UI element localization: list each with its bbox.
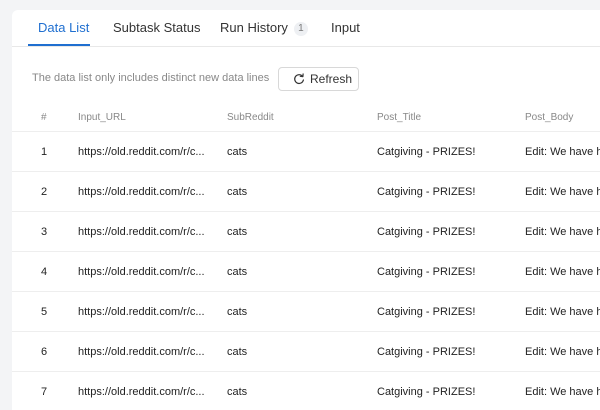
cell-subreddit: cats: [227, 226, 248, 238]
table-row[interactable]: 6 https://old.reddit.com/r/c... cats Cat…: [12, 332, 600, 372]
refresh-icon: [294, 73, 304, 84]
cell-input-url: https://old.reddit.com/r/c...: [78, 346, 205, 358]
row-index: 1: [41, 146, 48, 158]
tab-subtask-status[interactable]: Subtask Status: [113, 20, 200, 35]
data-panel: Data List Subtask Status Run History 1 In…: [12, 10, 600, 410]
cell-post-body: Edit: We have h: [525, 226, 600, 238]
cell-subreddit: cats: [227, 386, 248, 398]
tab-label: Run History: [220, 20, 288, 35]
cell-subreddit: cats: [227, 266, 248, 278]
cell-post-title: Catgiving - PRIZES!: [377, 306, 476, 318]
column-header-index: #: [41, 112, 47, 123]
cell-subreddit: cats: [227, 346, 248, 358]
cell-input-url: https://old.reddit.com/r/c...: [78, 306, 205, 318]
cell-post-title: Catgiving - PRIZES!: [377, 186, 476, 198]
tab-data-list[interactable]: Data List: [38, 20, 89, 35]
table-header: # Input_URL SubReddit Post_Title Post_Bo…: [12, 104, 600, 132]
cell-post-body: Edit: We have h: [525, 346, 600, 358]
row-index: 5: [41, 306, 48, 318]
row-index: 2: [41, 186, 48, 198]
cell-post-title: Catgiving - PRIZES!: [377, 386, 476, 398]
cell-input-url: https://old.reddit.com/r/c...: [78, 226, 205, 238]
row-index: 6: [41, 346, 48, 358]
cell-post-body: Edit: We have h: [525, 146, 600, 158]
tab-input[interactable]: Input: [331, 20, 360, 35]
column-header-post-title[interactable]: Post_Title: [377, 112, 421, 123]
data-table: # Input_URL SubReddit Post_Title Post_Bo…: [12, 104, 600, 410]
cell-post-title: Catgiving - PRIZES!: [377, 226, 476, 238]
cell-post-body: Edit: We have h: [525, 306, 600, 318]
column-header-subreddit[interactable]: SubReddit: [227, 112, 274, 123]
table-row[interactable]: 2 https://old.reddit.com/r/c... cats Cat…: [12, 172, 600, 212]
active-tab-indicator: [28, 44, 90, 46]
cell-post-body: Edit: We have h: [525, 186, 600, 198]
tab-bar: Data List Subtask Status Run History 1 In…: [12, 10, 600, 47]
cell-subreddit: cats: [227, 146, 248, 158]
refresh-button-label: Refresh: [310, 72, 353, 86]
table-row[interactable]: 5 https://old.reddit.com/r/c... cats Cat…: [12, 292, 600, 332]
cell-post-title: Catgiving - PRIZES!: [377, 346, 476, 358]
data-list-notice: The data list only includes distinct new…: [32, 72, 270, 84]
cell-subreddit: cats: [227, 306, 248, 318]
cell-input-url: https://old.reddit.com/r/c...: [78, 386, 205, 398]
cell-post-title: Catgiving - PRIZES!: [377, 266, 476, 278]
cell-input-url: https://old.reddit.com/r/c...: [78, 266, 205, 278]
tab-label: Data List: [38, 20, 90, 35]
tab-label: Subtask Status: [113, 20, 201, 35]
row-index: 7: [41, 386, 48, 398]
refresh-button[interactable]: Refresh: [278, 67, 359, 91]
cell-subreddit: cats: [227, 186, 248, 198]
cell-post-title: Catgiving - PRIZES!: [377, 146, 476, 158]
row-index: 3: [41, 226, 48, 238]
run-history-count-badge: 1: [293, 22, 308, 36]
cell-input-url: https://old.reddit.com/r/c...: [78, 146, 205, 158]
table-row[interactable]: 4 https://old.reddit.com/r/c... cats Cat…: [12, 252, 600, 292]
column-header-input-url[interactable]: Input_URL: [78, 112, 216, 123]
tab-run-history[interactable]: Run History 1: [220, 20, 308, 36]
cell-post-body: Edit: We have h: [525, 266, 600, 278]
table-row[interactable]: 1 https://old.reddit.com/r/c... cats Cat…: [12, 132, 600, 172]
table-row[interactable]: 7 https://old.reddit.com/r/c... cats Cat…: [12, 372, 600, 410]
tab-label: Input: [331, 20, 360, 35]
cell-input-url: https://old.reddit.com/r/c...: [78, 186, 205, 198]
cell-post-body: Edit: We have h: [525, 386, 600, 398]
row-index: 4: [41, 266, 48, 278]
column-header-post-body[interactable]: Post_Body: [525, 112, 600, 123]
table-row[interactable]: 3 https://old.reddit.com/r/c... cats Cat…: [12, 212, 600, 252]
